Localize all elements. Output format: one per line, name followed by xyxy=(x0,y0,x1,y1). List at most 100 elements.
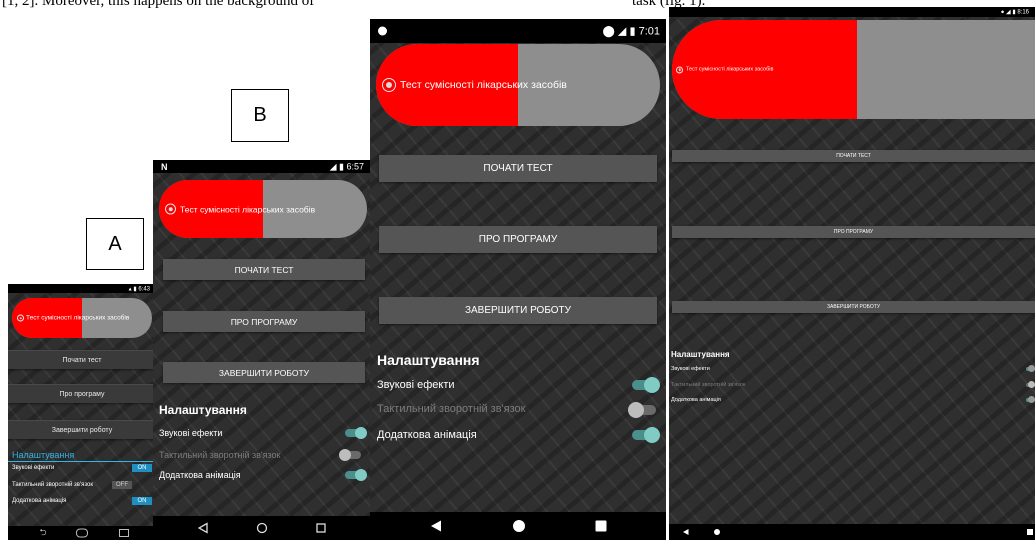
start-test-button[interactable]: ПОЧАТИ ТЕСТ xyxy=(672,150,1035,162)
switch-thumb xyxy=(628,402,644,418)
haptic-feedback-switch[interactable] xyxy=(628,401,656,419)
phone-b-screen: N ◢ ▮ 6:57 Тест сумісності лікарських за… xyxy=(153,160,370,540)
recents-icon[interactable] xyxy=(595,520,607,532)
switch-thumb xyxy=(339,449,351,461)
recents-icon[interactable] xyxy=(316,523,326,533)
extra-animation-switch[interactable] xyxy=(1026,396,1035,404)
exit-button[interactable]: ЗАВЕРШИТИ РОБОТУ xyxy=(672,301,1035,313)
radio-icon xyxy=(17,314,24,322)
nav-bar xyxy=(669,524,1035,540)
app-title-text: Тест сумісності лікарських засобів xyxy=(26,314,130,322)
haptic-feedback-label: Тактильний зворотній зв'язок xyxy=(377,403,526,415)
app-title: Тест сумісності лікарських засобів xyxy=(17,314,130,322)
nav-bar xyxy=(153,516,370,540)
app-title: Тест сумісності лікарських засобів xyxy=(382,78,567,92)
about-button[interactable]: ПРО ПРОГРАМУ xyxy=(379,226,657,253)
exit-button[interactable]: ЗАВЕРШИТИ РОБОТУ xyxy=(379,297,657,324)
switch-thumb xyxy=(644,377,660,393)
status-right: ⬤ ◢ ▮ 7:01 xyxy=(603,25,660,38)
switch-thumb xyxy=(644,427,660,443)
extra-animation-label: Додаткова анімація xyxy=(12,498,67,504)
extra-animation-switch[interactable] xyxy=(345,468,367,482)
label-b: B xyxy=(253,104,267,126)
back-icon[interactable]: ⮌ xyxy=(39,525,46,540)
about-label: Про програму xyxy=(59,390,105,398)
status-right: ▴ ▮ 6:43 xyxy=(129,285,150,292)
app-title: Тест сумісності лікарських засобів xyxy=(676,66,773,73)
location-icon: ● xyxy=(1000,9,1005,16)
notification-icon: N xyxy=(161,161,168,172)
switch-thumb xyxy=(1028,365,1035,372)
home-icon[interactable] xyxy=(513,520,526,533)
back-icon[interactable] xyxy=(198,522,208,534)
app-title: Тест сумісності лікарських засобів xyxy=(165,203,315,215)
settings-title: Налаштування xyxy=(671,350,730,359)
sound-effects-switch[interactable]: ON xyxy=(132,464,152,472)
exit-button[interactable]: ЗАВЕРШИТИ РОБОТУ xyxy=(163,362,365,383)
start-test-button[interactable]: Почати тест xyxy=(8,350,156,369)
extra-animation-label: Додаткова анімація xyxy=(671,397,721,403)
battery-icon: ▮ xyxy=(629,25,636,38)
back-icon[interactable] xyxy=(683,529,690,536)
status-bar: ⬤ ◢ ▮ 7:01 xyxy=(370,19,666,43)
sound-effects-label: Звукові ефекти xyxy=(12,465,55,471)
about-button[interactable]: ПРО ПРОГРАМУ xyxy=(163,311,365,332)
notification-icon xyxy=(378,26,387,36)
extra-animation-label: Додаткова анімація xyxy=(377,429,477,441)
haptic-feedback-switch[interactable]: OFF xyxy=(112,481,132,489)
radio-icon xyxy=(382,78,396,92)
about-button[interactable]: Про програму xyxy=(8,384,156,403)
haptic-feedback-switch[interactable] xyxy=(339,448,361,462)
radio-icon xyxy=(165,203,176,215)
battery-icon: ▮ xyxy=(339,161,344,171)
exit-label: Завершити роботу xyxy=(51,426,113,434)
home-icon[interactable] xyxy=(256,522,268,534)
exit-label: ЗАВЕРШИТИ РОБОТУ xyxy=(826,304,881,310)
sound-effects-label: Звукові ефекти xyxy=(377,379,455,391)
start-test-button[interactable]: ПОЧАТИ ТЕСТ xyxy=(163,259,365,280)
status-right: ◢ ▮ 6:57 xyxy=(330,161,364,172)
switch-thumb xyxy=(355,427,367,439)
settings-title: Налаштування xyxy=(159,403,247,417)
haptic-feedback-switch[interactable] xyxy=(1026,381,1035,389)
app-header-pill: Тест сумісності лікарських засобів xyxy=(159,180,367,238)
start-test-label: ПОЧАТИ ТЕСТ xyxy=(234,264,294,275)
caption-left: [1, 2]. Moreover, this happens on the ba… xyxy=(2,0,315,9)
start-test-label: ПОЧАТИ ТЕСТ xyxy=(483,163,553,174)
back-icon[interactable] xyxy=(430,520,442,533)
haptic-feedback-label: Тактильний зворотній зв'язок xyxy=(159,450,281,460)
signal-icon: ◢ xyxy=(617,25,627,38)
haptic-feedback-label: Тактильний зворотній зв'язок xyxy=(671,382,746,388)
sound-effects-switch[interactable] xyxy=(1026,365,1035,373)
switch-thumb xyxy=(355,469,367,481)
settings-divider xyxy=(8,461,156,462)
sound-effects-switch[interactable] xyxy=(632,376,660,394)
about-label: ПРО ПРОГРАМУ xyxy=(230,316,298,327)
exit-button[interactable]: Завершити роботу xyxy=(8,420,156,439)
exit-label: ЗАВЕРШИТИ РОБОТУ xyxy=(218,367,310,378)
about-label: ПРО ПРОГРАМУ xyxy=(833,229,874,235)
sound-effects-label: Звукові ефекти xyxy=(671,366,710,372)
about-button[interactable]: ПРО ПРОГРАМУ xyxy=(672,226,1035,238)
exit-label: ЗАВЕРШИТИ РОБОТУ xyxy=(464,305,572,316)
start-test-button[interactable]: ПОЧАТИ ТЕСТ xyxy=(379,155,657,182)
sound-effects-label: Звукові ефекти xyxy=(159,428,223,438)
location-icon: ⬤ xyxy=(602,25,615,38)
phone-d-screen: ● ◢ ▮ 8:16 Тест сумісності лікарських за… xyxy=(669,7,1035,540)
recents-icon[interactable] xyxy=(1027,529,1033,535)
settings-title: Налаштування xyxy=(377,352,480,368)
extra-animation-switch[interactable] xyxy=(632,426,660,444)
app-header-pill: Тест сумісності лікарських засобів xyxy=(672,20,1035,119)
settings-title: Налаштування xyxy=(12,450,75,460)
status-right: ● ◢ ▮ 8:16 xyxy=(1001,9,1029,16)
label-a-box: A xyxy=(86,218,144,270)
about-label: ПРО ПРОГРАМУ xyxy=(478,234,558,245)
home-icon[interactable] xyxy=(714,529,721,536)
haptic-feedback-label: Тактильний зворотній зв'язок xyxy=(12,482,93,488)
battery-icon: ▮ xyxy=(133,286,137,292)
extra-animation-switch[interactable]: ON xyxy=(132,497,152,505)
home-icon[interactable] xyxy=(76,528,88,538)
recents-icon[interactable] xyxy=(119,529,129,537)
label-a: A xyxy=(108,232,122,255)
sound-effects-switch[interactable] xyxy=(345,426,367,440)
